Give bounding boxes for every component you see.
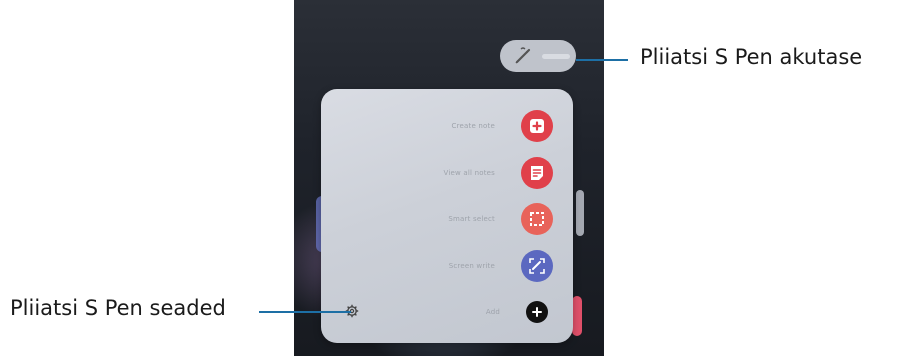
menu-item-create-note[interactable]: Create note: [431, 109, 553, 143]
menu-item-screen-write[interactable]: Screen write: [431, 249, 553, 283]
screen-write-icon: [521, 250, 553, 282]
menu-item-label: Smart select: [448, 215, 495, 223]
view-all-notes-icon: [521, 157, 553, 189]
menu-item-label: Screen write: [448, 262, 495, 270]
add-icon: [526, 301, 548, 323]
spen-icon: [515, 47, 531, 64]
callout-battery-label: Pliiatsi S Pen akutase: [640, 45, 863, 69]
create-note-icon: [521, 110, 553, 142]
menu-item-add[interactable]: Add: [436, 295, 553, 329]
menu-item-view-all-notes[interactable]: View all notes: [431, 156, 553, 190]
spen-battery-indicator: [500, 40, 576, 72]
battery-level-bar: [542, 53, 570, 59]
menu-item-smart-select[interactable]: Smart select: [431, 202, 553, 236]
menu-item-label: View all notes: [443, 169, 495, 177]
menu-item-label: Add: [485, 308, 500, 316]
air-command-panel: Create note View all notes Smart select …: [321, 89, 573, 343]
smart-select-icon: [521, 203, 553, 235]
edge-handle[interactable]: [576, 190, 584, 236]
callout-line-battery: [576, 59, 628, 61]
callout-settings-label: Pliiatsi S Pen seaded: [10, 296, 226, 320]
menu-item-label: Create note: [451, 122, 495, 130]
callout-line-settings: [259, 311, 351, 313]
edge-app-tab: [572, 296, 582, 336]
